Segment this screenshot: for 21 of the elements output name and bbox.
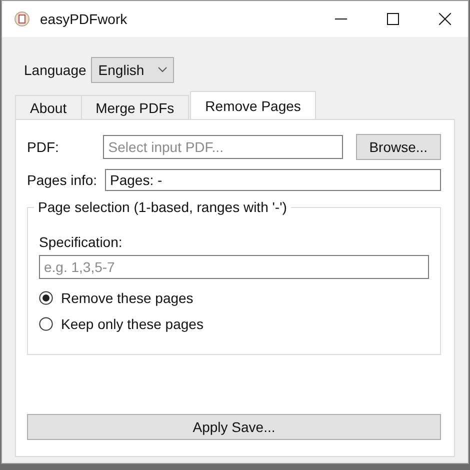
maximize-icon [387, 13, 399, 25]
pdf-label: PDF: [27, 139, 60, 155]
group-title: Page selection (1-based, ranges with '-') [34, 199, 291, 215]
app-icon [14, 11, 30, 27]
specification-field[interactable]: e.g. 1,3,5-7 [39, 255, 429, 279]
close-icon [439, 13, 451, 25]
window-title: easyPDFwork [40, 11, 128, 27]
browse-button[interactable]: Browse... [356, 134, 441, 160]
specification-label: Specification: [39, 234, 124, 250]
language-dropdown[interactable]: English [91, 57, 174, 83]
pages-info-field[interactable]: Pages: - [105, 169, 441, 191]
tab[interactable]: Merge PDFs [80, 95, 190, 119]
language-label: Language [24, 62, 86, 78]
apply-save-button[interactable]: Apply Save... [27, 414, 441, 440]
pdf-path-field[interactable]: Select input PDF... [103, 135, 343, 159]
pages-info-label: Pages info: [27, 172, 98, 188]
radio-option[interactable]: Keep only these pages [39, 316, 429, 332]
radio-option[interactable]: Remove these pages [39, 290, 429, 306]
tab[interactable]: About [15, 95, 82, 119]
tab[interactable]: Remove Pages [190, 91, 316, 119]
chevron-down-icon [158, 67, 168, 73]
